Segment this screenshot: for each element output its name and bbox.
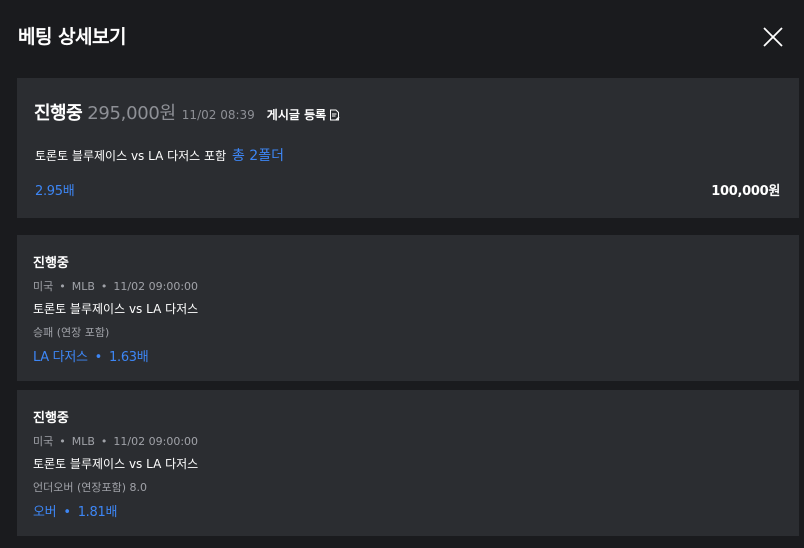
bet-country: 미국	[33, 280, 54, 293]
bet-pick-name: LA 다저스	[33, 350, 88, 365]
close-icon	[763, 27, 783, 47]
summary-folder-count: 총 2폴더	[231, 148, 284, 164]
bet-match: 토론토 블루제이스 vs LA 다저스	[33, 457, 199, 471]
bet-country: 미국	[33, 435, 54, 448]
bet-detail-modal: 베팅 상세보기 진행중 295,000원 11/02 08:39 게시글 등록	[0, 0, 804, 548]
bet-datetime: 11/02 09:00:00	[113, 435, 199, 448]
summary-match-text: 토론토 블루제이스 vs LA 다저스 포함	[35, 149, 227, 163]
bet-meta: 미국 • MLB • 11/02 09:00:00	[33, 433, 198, 449]
separator-dot: •	[100, 435, 108, 448]
summary-status: 진행중	[34, 103, 83, 124]
bet-meta: 미국 • MLB • 11/02 09:00:00	[33, 278, 198, 294]
summary-stake-amount: 100,000원	[711, 184, 780, 199]
bet-pick-odds: 1.63배	[109, 350, 149, 365]
bet-selection-card: 진행중 미국 • MLB • 11/02 09:00:00 토론토 블루제이스 vs L…	[17, 390, 799, 536]
summary-amount: 295,000원	[87, 103, 176, 124]
bet-pick-name: 오버	[33, 505, 57, 520]
separator-dot: •	[59, 435, 66, 448]
bet-summary-card: 진행중 295,000원 11/02 08:39 게시글 등록 토론토 블루제이…	[17, 78, 799, 218]
bet-pick: 오버 • 1.81배	[33, 501, 117, 520]
summary-header-row: 진행중 295,000원 11/02 08:39 게시글 등록	[34, 99, 340, 125]
summary-datetime: 11/02 08:39	[181, 108, 255, 122]
separator-dot: •	[94, 350, 103, 365]
modal-header: 베팅 상세보기	[0, 0, 804, 72]
bet-pick: LA 다저스 • 1.63배	[33, 346, 149, 365]
bet-datetime: 11/02 09:00:00	[113, 280, 199, 293]
bet-match: 토론토 블루제이스 vs LA 다저스	[33, 302, 199, 316]
summary-total-odds: 2.95배	[35, 184, 75, 199]
modal-title: 베팅 상세보기	[18, 26, 127, 48]
bet-market: 승패 (연장 포함)	[33, 326, 110, 339]
summary-match-info: 토론토 블루제이스 vs LA 다저스 포함 총 2폴더	[35, 145, 284, 165]
separator-dot: •	[59, 280, 66, 293]
post-register-label: 게시글 등록	[266, 108, 327, 122]
bet-league: MLB	[71, 435, 95, 448]
separator-dot: •	[100, 280, 108, 293]
post-register-button[interactable]: 게시글 등록	[267, 106, 340, 123]
edit-document-icon	[330, 109, 340, 120]
separator-dot: •	[63, 505, 71, 520]
bet-selection-card: 진행중 미국 • MLB • 11/02 09:00:00 토론토 블루제이스 vs L…	[17, 235, 799, 381]
bet-pick-odds: 1.81배	[77, 505, 118, 520]
bet-league: MLB	[71, 280, 95, 293]
bet-status: 진행중	[33, 256, 69, 271]
close-button[interactable]	[762, 26, 784, 48]
bet-status: 진행중	[33, 411, 69, 426]
bet-market: 언더오버 (연장포함) 8.0	[33, 481, 148, 494]
